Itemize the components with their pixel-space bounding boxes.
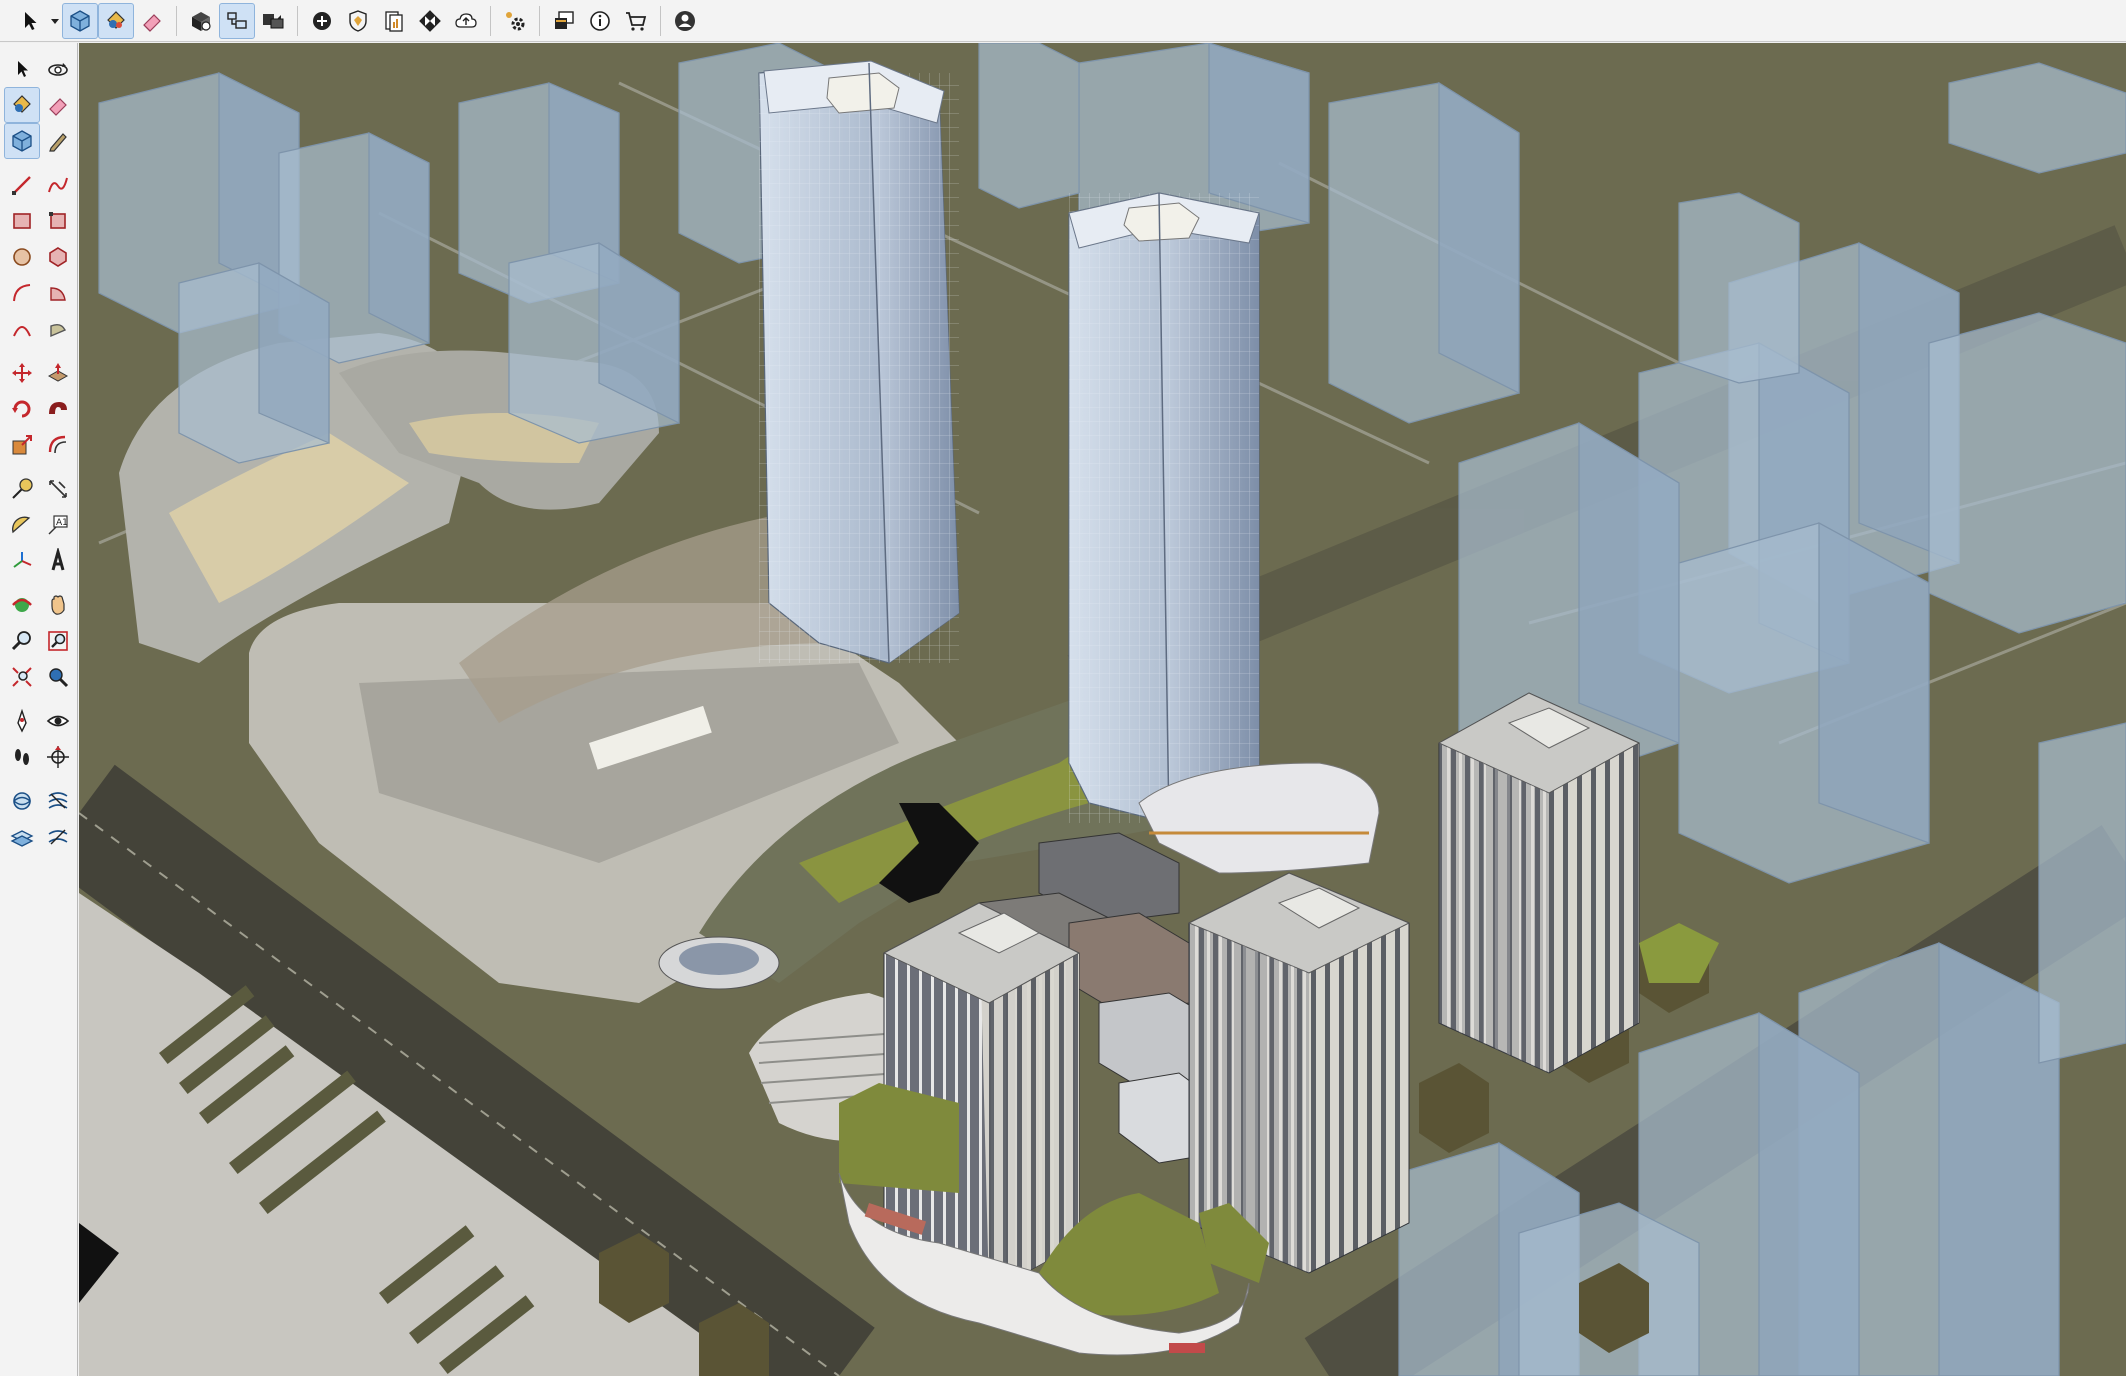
toolbar-separator — [539, 5, 540, 36]
model-scene — [79, 43, 2126, 1376]
scale-icon[interactable] — [4, 427, 40, 463]
scenes-icon[interactable] — [255, 3, 291, 39]
arc-icon[interactable] — [4, 275, 40, 311]
circle-icon[interactable] — [4, 239, 40, 275]
follow-me-icon[interactable] — [40, 391, 76, 427]
supertall-tower-left — [758, 60, 960, 664]
report-icon[interactable] — [376, 3, 412, 39]
three-point-arc-icon[interactable] — [40, 311, 76, 347]
zoom-icon[interactable] — [4, 623, 40, 659]
polygon-icon[interactable] — [40, 239, 76, 275]
sandbox-flip-icon[interactable] — [40, 819, 76, 855]
eraser-icon[interactable] — [40, 87, 76, 123]
extension-warehouse-icon[interactable] — [183, 3, 219, 39]
window-group — [546, 0, 654, 42]
paint-bucket-icon[interactable] — [98, 2, 134, 39]
outliner-icon[interactable] — [219, 2, 255, 39]
model-viewport[interactable] — [79, 43, 2126, 1376]
axes-icon[interactable] — [4, 543, 40, 579]
window-icon[interactable] — [546, 3, 582, 39]
dropdown-caret-icon[interactable] — [48, 3, 62, 39]
orbit-icon[interactable] — [40, 51, 76, 87]
component-icon[interactable] — [4, 123, 40, 159]
rectangle-icon[interactable] — [4, 203, 40, 239]
toolbar-separator — [297, 5, 298, 36]
protractor-icon[interactable] — [4, 507, 40, 543]
sandbox-drape-icon[interactable] — [4, 819, 40, 855]
paint-icon[interactable] — [4, 87, 40, 123]
eraser-icon[interactable] — [134, 3, 170, 39]
toolbar-separator — [660, 5, 661, 36]
location-group — [304, 0, 484, 42]
toolbar-separator — [176, 5, 177, 36]
toolbar-separator — [490, 5, 491, 36]
line-icon[interactable] — [4, 167, 40, 203]
offset-icon[interactable] — [40, 427, 76, 463]
pan-icon[interactable] — [40, 587, 76, 623]
cart-icon[interactable] — [618, 3, 654, 39]
position-camera-icon[interactable] — [4, 703, 40, 739]
text-icon[interactable]: A1 — [40, 507, 76, 543]
select-group — [12, 0, 170, 42]
section-plane-icon[interactable] — [40, 739, 76, 775]
freehand-icon[interactable] — [40, 167, 76, 203]
look-around-icon[interactable] — [40, 703, 76, 739]
rotate-icon[interactable] — [4, 391, 40, 427]
tape-measure-icon[interactable] — [4, 471, 40, 507]
top-toolbar — [0, 0, 2126, 42]
walk-icon[interactable] — [4, 739, 40, 775]
3d-text-icon[interactable] — [40, 543, 76, 579]
move-icon[interactable] — [4, 355, 40, 391]
add-location-icon[interactable] — [304, 3, 340, 39]
supertall-tower-right — [1068, 192, 1260, 824]
zoom-window-icon[interactable] — [40, 623, 76, 659]
shield-icon[interactable] — [340, 3, 376, 39]
sandbox-stamp-icon[interactable] — [40, 783, 76, 819]
checker-icon[interactable] — [412, 3, 448, 39]
select-icon[interactable] — [4, 51, 40, 87]
zoom-extents-icon[interactable] — [4, 659, 40, 695]
rotated-rect-icon[interactable] — [40, 203, 76, 239]
red-sign — [1169, 1343, 1205, 1353]
office-tower-right — [1437, 692, 1641, 1074]
previous-view-icon[interactable] — [40, 659, 76, 695]
manage-group — [183, 0, 291, 42]
push-pull-icon[interactable] — [40, 355, 76, 391]
text-tool-label: A1 — [56, 518, 68, 528]
upload-cloud-icon[interactable] — [448, 3, 484, 39]
gear-extensions-icon[interactable] — [497, 3, 533, 39]
account-group — [667, 0, 703, 42]
two-point-arc-icon[interactable] — [4, 311, 40, 347]
components-icon[interactable] — [62, 2, 98, 39]
orbit-tool-icon[interactable] — [4, 587, 40, 623]
roof-garden-left — [839, 1083, 959, 1193]
sandbox-icon[interactable] — [4, 783, 40, 819]
pie-icon[interactable] — [40, 275, 76, 311]
sketchup-window: A1 — [0, 0, 2126, 1376]
select-arrow-icon[interactable] — [12, 3, 48, 39]
extensions-group — [497, 0, 533, 42]
info-icon[interactable] — [582, 3, 618, 39]
dimension-icon[interactable] — [40, 471, 76, 507]
account-icon[interactable] — [667, 3, 703, 39]
oval-pavilion-roof — [679, 943, 759, 975]
tag-pen-icon[interactable] — [40, 123, 76, 159]
left-toolbar: A1 — [0, 43, 78, 1376]
